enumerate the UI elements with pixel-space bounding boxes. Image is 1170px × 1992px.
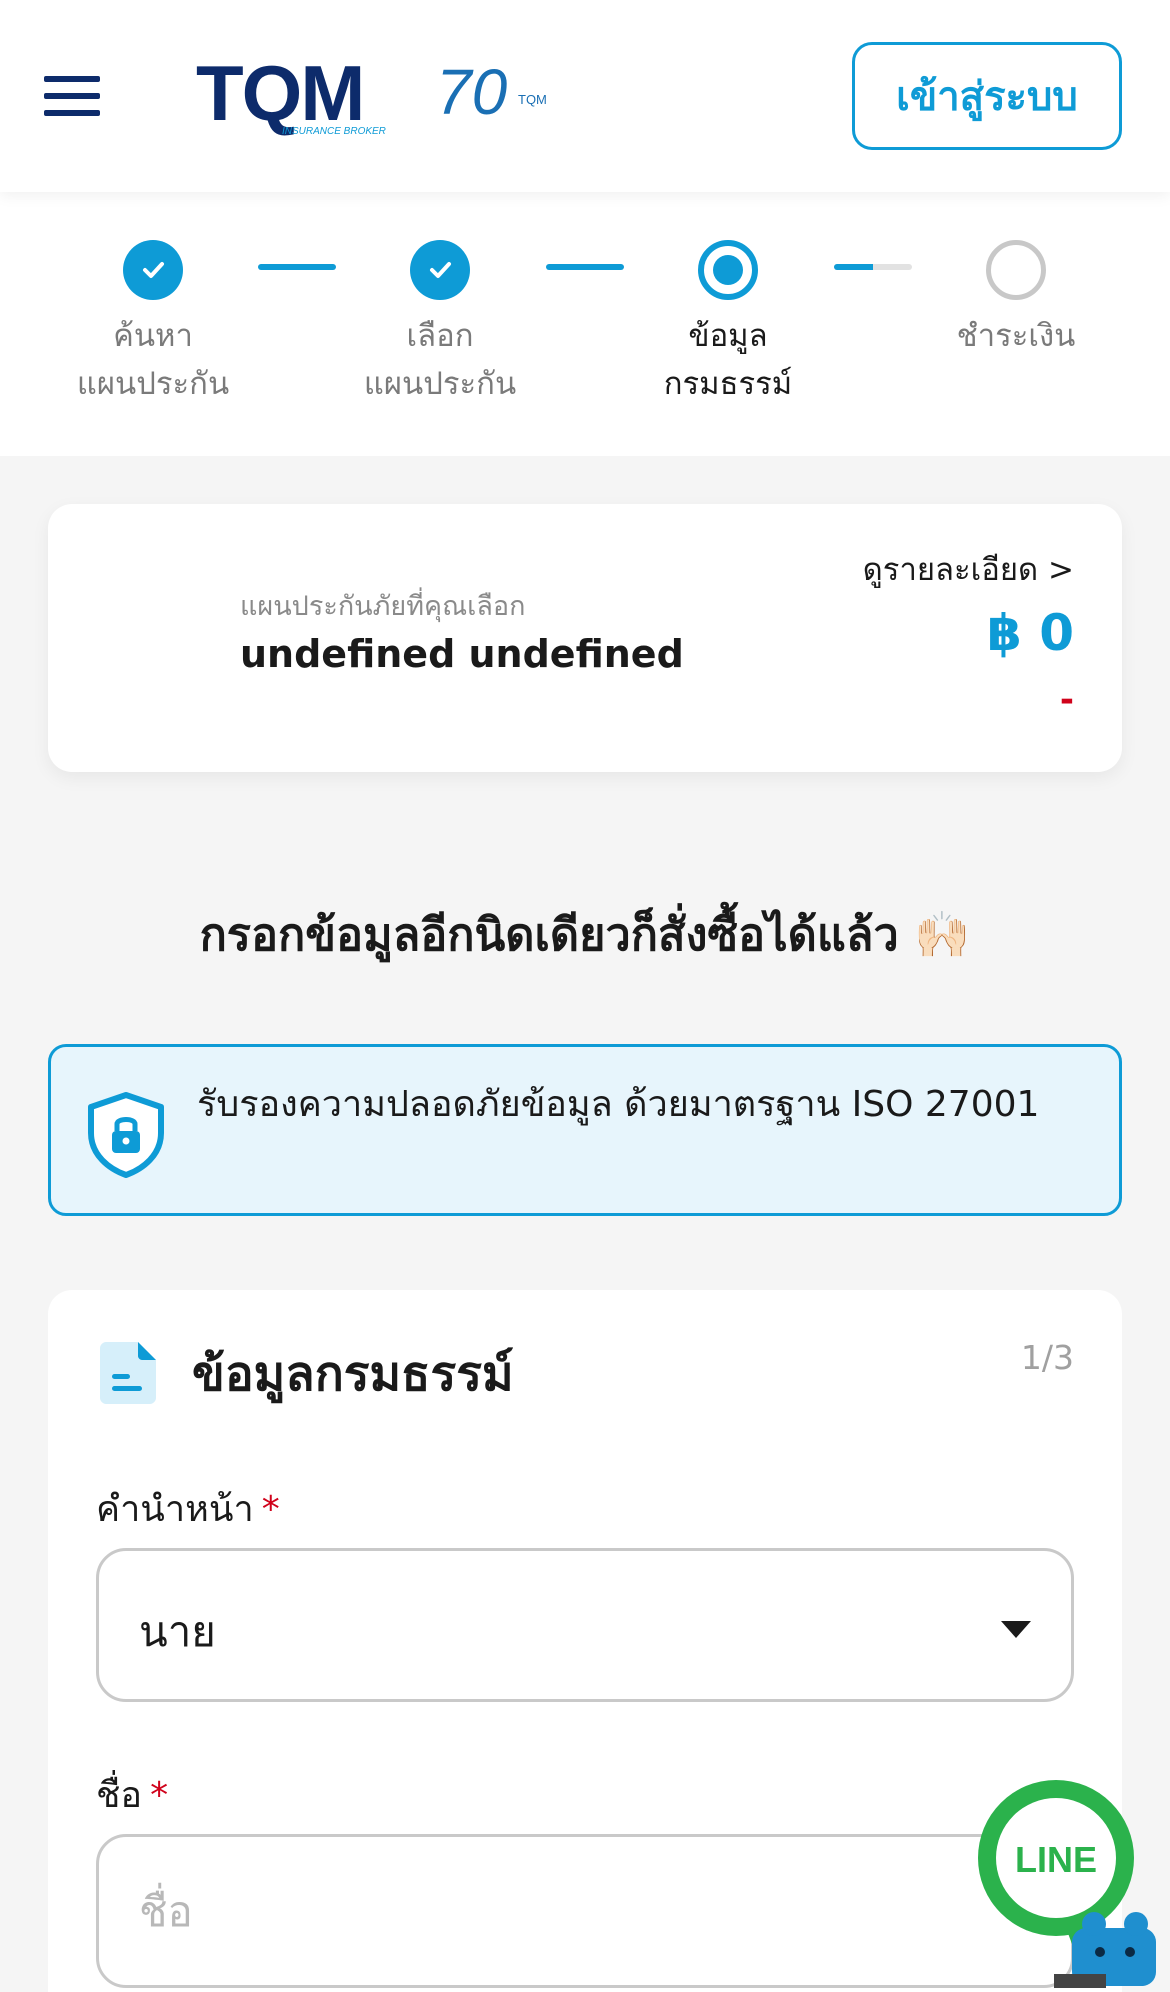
price-subtext: -	[1059, 680, 1074, 720]
dropdown-caret-icon	[1001, 1621, 1031, 1638]
tqm-logo[interactable]: TQM INSURANCE BROKER 70 TQM	[196, 52, 566, 144]
connector-fill	[834, 264, 873, 270]
plan-price: ฿ 0	[987, 604, 1074, 662]
line-label: LINE	[1015, 1839, 1097, 1880]
plan-caption: แผนประกันภัยที่คุณเลือก	[240, 591, 526, 622]
hamburger-menu-icon[interactable]	[44, 76, 100, 116]
line-chat-button[interactable]: LINE	[976, 1778, 1162, 1992]
plan-name: undefined undefined	[240, 632, 684, 676]
step-label: เลือก แผนประกัน	[363, 318, 517, 402]
name-field-label: ชื่อ *	[96, 1775, 169, 1816]
connector-fill	[258, 264, 336, 270]
shield-lock-icon	[88, 1092, 164, 1178]
iso-security-banner: รับรองความปลอดภัยข้อมูล ด้วยมาตรฐาน ISO …	[48, 1044, 1122, 1216]
current-step-icon	[698, 240, 758, 300]
step-policy-info: ข้อมูล กรมธรรม์	[618, 240, 838, 408]
login-button[interactable]: เข้าสู่ระบบ	[852, 42, 1122, 150]
step-connector	[258, 264, 336, 270]
anniversary-subtext: TQM	[518, 92, 547, 107]
check-icon	[123, 240, 183, 300]
step-search-plan: ค้นหา แผนประกัน	[43, 240, 263, 408]
required-mark: *	[261, 1489, 280, 1530]
logo-subtext: INSURANCE BROKER	[282, 126, 386, 137]
iso-text: รับรองความปลอดภัยข้อมูล ด้วยมาตรฐาน ISO …	[197, 1084, 1040, 1125]
form-step-counter: 1/3	[1020, 1338, 1074, 1377]
view-details-link[interactable]: ดูรายละเอียด >	[863, 544, 1074, 594]
connector-fill	[546, 264, 624, 270]
logo-text: TQM	[196, 52, 363, 137]
title-select[interactable]: นาย	[96, 1548, 1074, 1702]
selected-plan-card: แผนประกันภัยที่คุณเลือก undefined undefi…	[48, 504, 1122, 772]
pending-step-icon	[986, 240, 1046, 300]
check-icon	[410, 240, 470, 300]
document-icon	[100, 1342, 156, 1404]
step-label: ค้นหา แผนประกัน	[76, 318, 230, 402]
progress-stepper: ค้นหา แผนประกัน เลือก แผนประกัน ข้อมูล ก…	[0, 192, 1170, 456]
anniversary-number: 70	[436, 56, 508, 128]
step-label: ชำระเงิน	[956, 318, 1076, 354]
step-connector	[834, 264, 912, 270]
step-select-plan: เลือก แผนประกัน	[330, 240, 550, 408]
title-field-label: คำนำหน้า *	[96, 1489, 280, 1530]
required-mark: *	[150, 1775, 169, 1816]
title-select-value: นาย	[139, 1607, 216, 1656]
step-payment: ชำระเงิน	[906, 240, 1126, 360]
step-label: ข้อมูล กรมธรรม์	[663, 318, 793, 402]
step-connector	[546, 264, 624, 270]
policy-info-form: ข้อมูลกรมธรรม์ 1/3 คำนำหน้า * นาย ชื่อ *	[48, 1290, 1122, 1992]
form-title: ข้อมูลกรมธรรม์	[192, 1346, 514, 1402]
top-header: TQM INSURANCE BROKER 70 TQM เข้าสู่ระบบ	[0, 0, 1170, 192]
form-headline: กรอกข้อมูลอีกนิดเดียวก็สั่งซื้อได้แล้ว 🙌…	[199, 908, 971, 961]
first-name-input[interactable]	[96, 1834, 1074, 1988]
